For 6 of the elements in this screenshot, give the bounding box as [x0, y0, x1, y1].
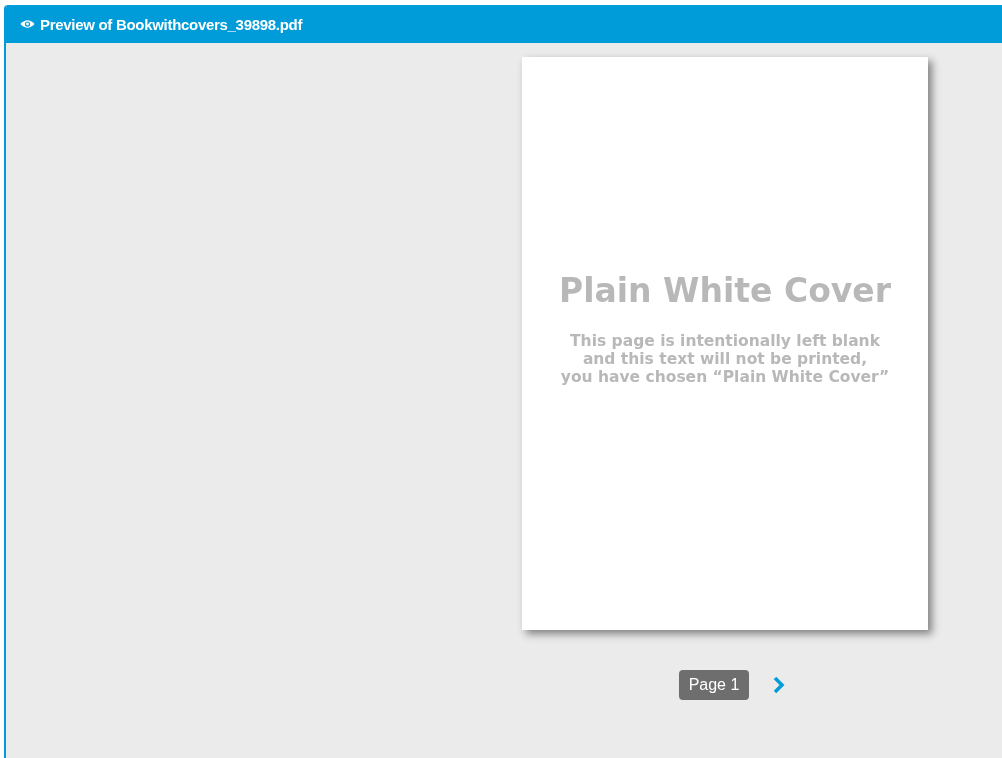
window-title: Preview of Bookwithcovers_39898.pdf — [40, 15, 303, 33]
page-note: This page is intentionally left blank and this text will not be printed, you have chosen “Plain White Cover” — [560, 332, 890, 386]
page-heading: Plain White Cover — [559, 271, 891, 310]
eye-icon — [20, 19, 35, 29]
page-number-label: Page 1 — [678, 670, 750, 700]
next-page-button[interactable] — [773, 676, 786, 694]
